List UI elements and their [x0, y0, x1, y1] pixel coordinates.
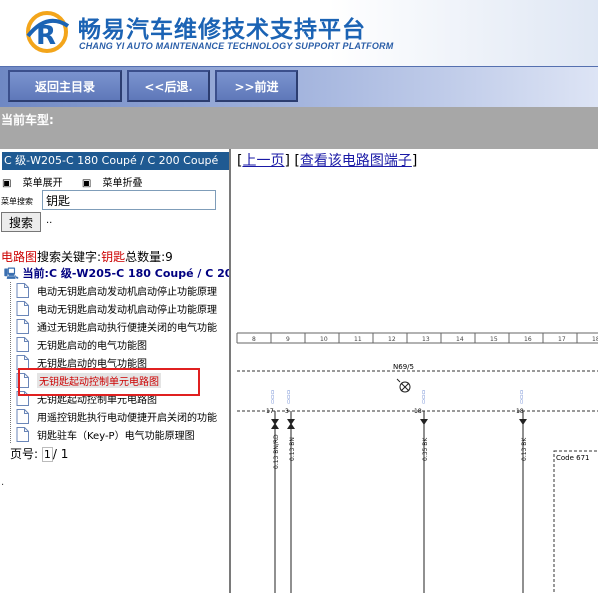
- tree-item[interactable]: 无钥匙启动的电气功能图: [16, 336, 147, 353]
- ruler-label: 14: [456, 336, 464, 343]
- pager-current[interactable]: 1: [41, 447, 53, 462]
- ruler-label: 9: [286, 336, 290, 343]
- pager-label: 页号:: [10, 447, 39, 461]
- code-label: Code 671: [556, 454, 590, 462]
- tree-guide-line: [10, 282, 11, 443]
- tree-item-label: 钥匙驻车（Key-P）电气功能原理图: [37, 431, 195, 442]
- logo-letter: R: [36, 21, 56, 51]
- document-icon: [16, 337, 29, 352]
- document-icon: [16, 283, 29, 298]
- tree-item-label: 电动无钥匙启动发动机启动停止功能原理: [37, 305, 217, 316]
- ruler-label: 17: [558, 336, 566, 343]
- result-prefix: 搜索关键字:: [37, 250, 102, 264]
- pin-label: 18: [414, 408, 422, 415]
- expand-toggle[interactable]: ▣ 菜单展开: [2, 178, 74, 189]
- ruler-label: 11: [354, 336, 362, 343]
- search-label: 菜单搜索: [1, 197, 33, 206]
- ruler-label: 12: [388, 336, 396, 343]
- tree-item-label: 电动无钥匙启动发动机启动停止功能原理: [37, 287, 217, 298]
- tree-root-prefix: 当前:: [22, 267, 49, 280]
- pager: 页号: 1/ 1: [10, 445, 68, 462]
- tree-item[interactable]: 用遥控钥匙执行电动便捷开启关闭的功能: [16, 408, 217, 425]
- diagram-ruler: 8 9 10 11 12 13 14 15 16 17 18: [236, 333, 598, 343]
- document-icon: [16, 427, 29, 442]
- wire-label: 0.13 BN: [289, 437, 296, 461]
- wire-label: 0.35 BK: [422, 437, 429, 461]
- result-category: 电路图: [1, 250, 38, 264]
- ruler-label: 16: [524, 336, 532, 343]
- expand-label: 菜单展开: [22, 178, 63, 189]
- connector-label: N69/5: [393, 363, 414, 371]
- tree-item[interactable]: 通过无钥匙启动执行便捷关闭的电气功能: [16, 318, 217, 335]
- signal-label: ▭▭▭: [421, 390, 427, 404]
- wire-label: 0.13 BN/RD: [273, 434, 280, 469]
- computer-icon: 🖳: [4, 267, 19, 280]
- current-model-strip: 当前车型:: [0, 107, 598, 149]
- wiring-diagram[interactable]: 8 9 10 11 12 13 14 15 16 17 18 N69/5 ▭▭▭ ▭▭▭ ▭▭▭ ▭…: [233, 149, 598, 593]
- brand-logo-icon: R: [26, 11, 70, 53]
- collapse-icon: ▣: [81, 178, 92, 189]
- signal-label: ▭▭▭: [270, 390, 276, 404]
- left-panel: C 级-W205-C 180 Coupé / C 200 Coupé ▣ 菜单展…: [0, 149, 231, 593]
- tree-item-label: 用遥控钥匙执行电动便捷开启关闭的功能: [37, 413, 217, 424]
- tree-item-label: 无钥匙启动的电气功能图: [37, 341, 147, 352]
- site-header: R 畅易汽车维修技术支持平台 CHANG YI AUTO MAINTENANCE…: [0, 0, 598, 66]
- model-bar[interactable]: C 级-W205-C 180 Coupé / C 200 Coupé: [2, 152, 229, 170]
- ruler-label: 18: [592, 336, 598, 343]
- expand-icon: ▣: [2, 178, 12, 189]
- search-result-summary: 电路图搜索关键字:钥匙总数量:9: [1, 248, 173, 265]
- tree-item-label: 通过无钥匙启动执行便捷关闭的电气功能: [37, 323, 217, 334]
- site-title: 畅易汽车维修技术支持平台: [78, 17, 366, 43]
- lamp-symbol-icon: [396, 378, 411, 393]
- pin-label: 17: [266, 408, 274, 415]
- pager-total: / 1: [52, 447, 69, 461]
- site-subtitle: CHANG YI AUTO MAINTENANCE TECHNOLOGY SUP…: [79, 41, 394, 51]
- collapse-label: 菜单折叠: [102, 178, 143, 189]
- tree-item[interactable]: 电动无钥匙启动发动机启动停止功能原理: [16, 300, 217, 317]
- menu-toggles: ▣ 菜单展开 ▣ 菜单折叠: [2, 174, 158, 189]
- back-button[interactable]: <<后退.: [127, 70, 210, 102]
- search-input[interactable]: [42, 190, 216, 210]
- forward-button[interactable]: >>前进: [215, 70, 298, 102]
- signal-label: ▭▭▭: [519, 390, 525, 404]
- diagram-panel: [上一页] [查看该电路图端子] 8 9 10 11 12 13 14 15 16 17 18 N6…: [233, 149, 598, 593]
- pin-label: 3: [285, 408, 289, 415]
- tree-root-model: C 级-W205-C 180 Coupé / C 200: [48, 267, 231, 280]
- ruler-label: 13: [422, 336, 430, 343]
- current-model-label: 当前车型:: [1, 113, 54, 127]
- ruler-label: 8: [252, 336, 256, 343]
- document-icon: [16, 301, 29, 316]
- document-icon: [16, 319, 29, 334]
- ruler-label: 10: [320, 336, 328, 343]
- collapse-toggle[interactable]: ▣ 菜单折叠: [82, 178, 151, 189]
- ruler-label: 15: [490, 336, 498, 343]
- tree-item[interactable]: 电动无钥匙启动发动机启动停止功能原理: [16, 282, 217, 299]
- result-total-label: 总数量:: [125, 250, 166, 264]
- tree-item[interactable]: 钥匙驻车（Key-P）电气功能原理图: [16, 426, 195, 443]
- search-dots: ..: [46, 215, 53, 226]
- signal-label: ▭▭▭: [286, 390, 292, 404]
- search-button[interactable]: 搜索: [1, 212, 41, 232]
- selection-highlight-box: [18, 368, 200, 396]
- wire-label: 0.13 BK: [521, 437, 528, 461]
- result-total: 9: [165, 250, 173, 264]
- nav-bar: 返回主目录 <<后退. >>前进: [0, 66, 598, 107]
- stray-dot: .: [1, 477, 5, 488]
- result-keyword: 钥匙: [101, 250, 126, 264]
- home-button[interactable]: 返回主目录: [8, 70, 122, 102]
- document-icon: [16, 409, 29, 424]
